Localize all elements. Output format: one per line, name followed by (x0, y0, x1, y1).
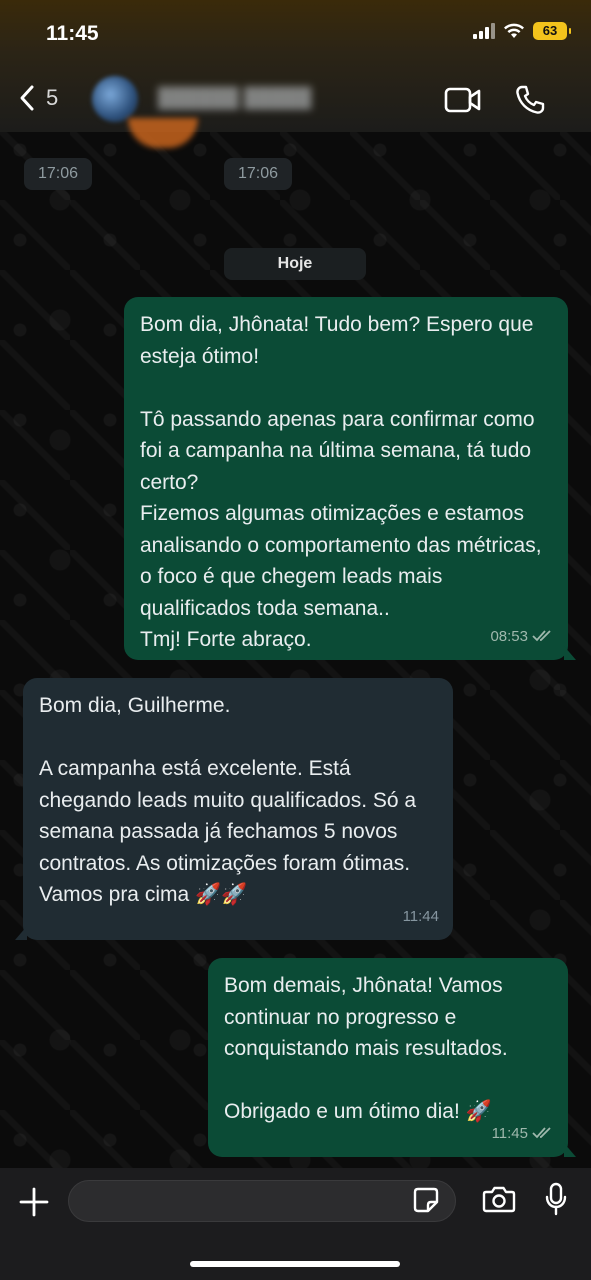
chat-header: 11:45 63 5 ██████ █████ (0, 0, 591, 148)
phone-icon (516, 85, 545, 114)
message-meta: 11:45 (492, 1118, 554, 1150)
message-meta: 08:53 (490, 621, 554, 653)
nav-row: 5 ██████ █████ (0, 72, 591, 128)
message-input-container[interactable] (68, 1180, 456, 1223)
avatar[interactable] (92, 76, 138, 122)
bubble-tail (564, 1143, 576, 1157)
incoming-message-bubble[interactable]: Bom dia, Guilherme. A campanha está exce… (15, 678, 453, 940)
camera-icon (482, 1186, 516, 1213)
chevron-left-icon (20, 85, 34, 111)
home-indicator (190, 1261, 400, 1267)
sticker-button[interactable] (412, 1186, 440, 1219)
video-call-button[interactable] (444, 86, 482, 119)
attach-button[interactable] (18, 1186, 50, 1223)
bubble-tail (15, 926, 27, 940)
bubble-tail (564, 646, 576, 660)
message-time: 11:44 (402, 907, 439, 925)
outgoing-message-bubble[interactable]: Bom dia, Jhônata! Tudo bem? Espero que e… (124, 297, 576, 660)
voice-call-button[interactable] (514, 84, 546, 121)
video-camera-icon (444, 87, 481, 113)
message-meta: 11:44 (403, 901, 439, 933)
date-separator: Hoje (224, 248, 366, 280)
message-input[interactable] (69, 1181, 417, 1223)
message-time: 08:53 (490, 627, 528, 645)
voice-message-button[interactable] (544, 1182, 568, 1221)
message-text: Bom dia, Guilherme. A campanha está exce… (39, 694, 417, 906)
message-text: Bom demais, Jhônata! Vamos continuar no … (224, 974, 508, 1123)
earlier-message-time: 17:06 (224, 158, 293, 190)
back-button[interactable]: 5 (18, 84, 58, 112)
plus-icon (19, 1187, 49, 1217)
wifi-icon (504, 23, 524, 38)
earlier-message-time: 17:06 (24, 158, 93, 190)
contact-name-blurred[interactable]: ██████ █████ (158, 88, 311, 110)
battery-icon: 63 (533, 22, 571, 40)
camera-button[interactable] (482, 1184, 516, 1219)
sticker-icon (413, 1187, 439, 1213)
read-ticks-icon (532, 1127, 551, 1139)
status-time: 11:45 (46, 22, 99, 45)
status-icons: 63 (473, 22, 571, 40)
read-ticks-icon (532, 630, 551, 642)
microphone-icon (545, 1182, 567, 1216)
message-text: Bom dia, Jhônata! Tudo bem? Espero que e… (140, 313, 542, 651)
unread-count: 5 (46, 85, 59, 110)
cellular-signal-icon (473, 23, 495, 39)
outgoing-message-bubble[interactable]: Bom demais, Jhônata! Vamos continuar no … (208, 958, 576, 1157)
message-time: 11:45 (491, 1124, 528, 1142)
